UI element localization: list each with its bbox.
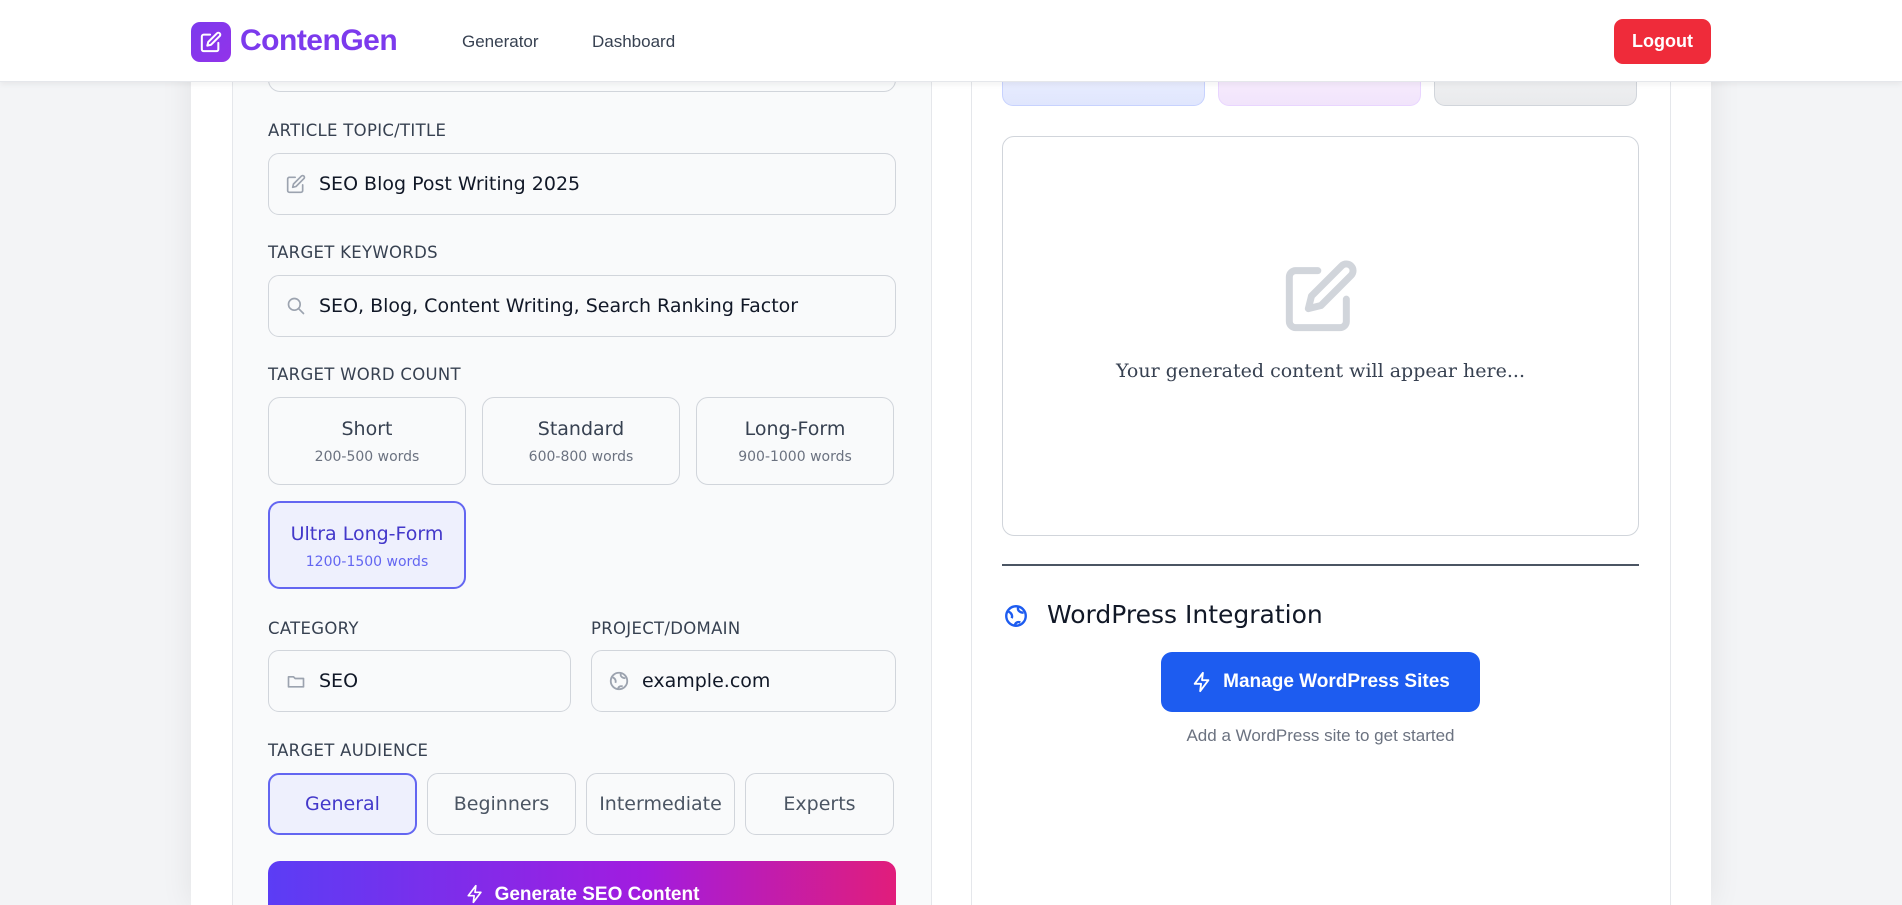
wordcount-option-title: Long-Form xyxy=(744,418,846,440)
section-divider xyxy=(1002,564,1639,566)
keywords-value: SEO, Blog, Content Writing, Search Ranki… xyxy=(319,295,799,317)
wordcount-option-long-form[interactable]: Long-Form 900-1000 words xyxy=(696,397,894,485)
bolt-icon xyxy=(1193,671,1210,693)
wordcount-option-short[interactable]: Short 200-500 words xyxy=(268,397,466,485)
edit-icon xyxy=(285,173,307,195)
wordcount-option-title: Standard xyxy=(537,418,625,440)
bolt-icon xyxy=(467,884,482,904)
audience-option-beginners[interactable]: Beginners xyxy=(427,773,576,835)
project-value: example.com xyxy=(642,670,771,692)
search-icon xyxy=(285,295,307,317)
audience-option-intermediate[interactable]: Intermediate xyxy=(586,773,735,835)
wordcount-option-title: Short xyxy=(341,418,393,440)
audience-label: TARGET AUDIENCE xyxy=(268,741,429,760)
keywords-input[interactable]: SEO, Blog, Content Writing, Search Ranki… xyxy=(268,275,896,337)
manage-wordpress-label: Manage WordPress Sites xyxy=(1223,671,1450,692)
wordcount-option-range: 1200-1500 words xyxy=(305,554,429,570)
wordcount-option-range: 200-500 words xyxy=(314,449,420,465)
nav-link-dashboard[interactable]: Dashboard xyxy=(592,32,675,52)
project-input[interactable]: example.com xyxy=(591,650,896,712)
globe-icon xyxy=(608,670,630,692)
logo-icon[interactable] xyxy=(191,22,231,62)
topic-input[interactable]: SEO Blog Post Writing 2025 xyxy=(268,153,896,215)
wordcount-label: TARGET WORD COUNT xyxy=(268,365,461,384)
output-placeholder: Your generated content will appear here.… xyxy=(1116,360,1525,382)
edit-large-icon xyxy=(1283,258,1359,339)
category-label: CATEGORY xyxy=(268,619,359,638)
category-select[interactable]: SEO xyxy=(268,650,571,712)
wordpress-hint: Add a WordPress site to get started xyxy=(1186,726,1455,745)
keywords-label: TARGET KEYWORDS xyxy=(268,243,438,262)
wordcount-option-standard[interactable]: Standard 600-800 words xyxy=(482,397,680,485)
topic-value: SEO Blog Post Writing 2025 xyxy=(319,173,581,195)
wordcount-option-ultra-long-form[interactable]: Ultra Long-Form 1200-1500 words xyxy=(268,501,466,589)
audience-option-experts[interactable]: Experts xyxy=(745,773,894,835)
folder-icon xyxy=(285,670,307,692)
generate-button-label: Generate SEO Content xyxy=(494,884,700,905)
brand-name[interactable]: ContenGen xyxy=(240,24,398,58)
nav-link-generator[interactable]: Generator xyxy=(462,32,539,52)
wordpress-globe-icon xyxy=(1003,603,1029,634)
wordcount-option-title: Ultra Long-Form xyxy=(290,523,444,545)
category-value: SEO xyxy=(319,670,359,692)
topic-label: ARTICLE TOPIC/TITLE xyxy=(268,121,447,140)
top-nav: ContenGen Generator Dashboard Logout xyxy=(0,0,1902,82)
audience-option-general[interactable]: General xyxy=(268,773,417,835)
logout-button[interactable]: Logout xyxy=(1614,19,1711,64)
wordpress-title: WordPress Integration xyxy=(1047,600,1323,629)
manage-wordpress-button[interactable]: Manage WordPress Sites xyxy=(1161,652,1480,712)
wordcount-option-range: 600-800 words xyxy=(528,449,634,465)
project-label: PROJECT/DOMAIN xyxy=(591,619,741,638)
generate-content-button[interactable]: Generate SEO Content xyxy=(268,861,896,905)
wordcount-option-range: 900-1000 words xyxy=(738,449,852,465)
